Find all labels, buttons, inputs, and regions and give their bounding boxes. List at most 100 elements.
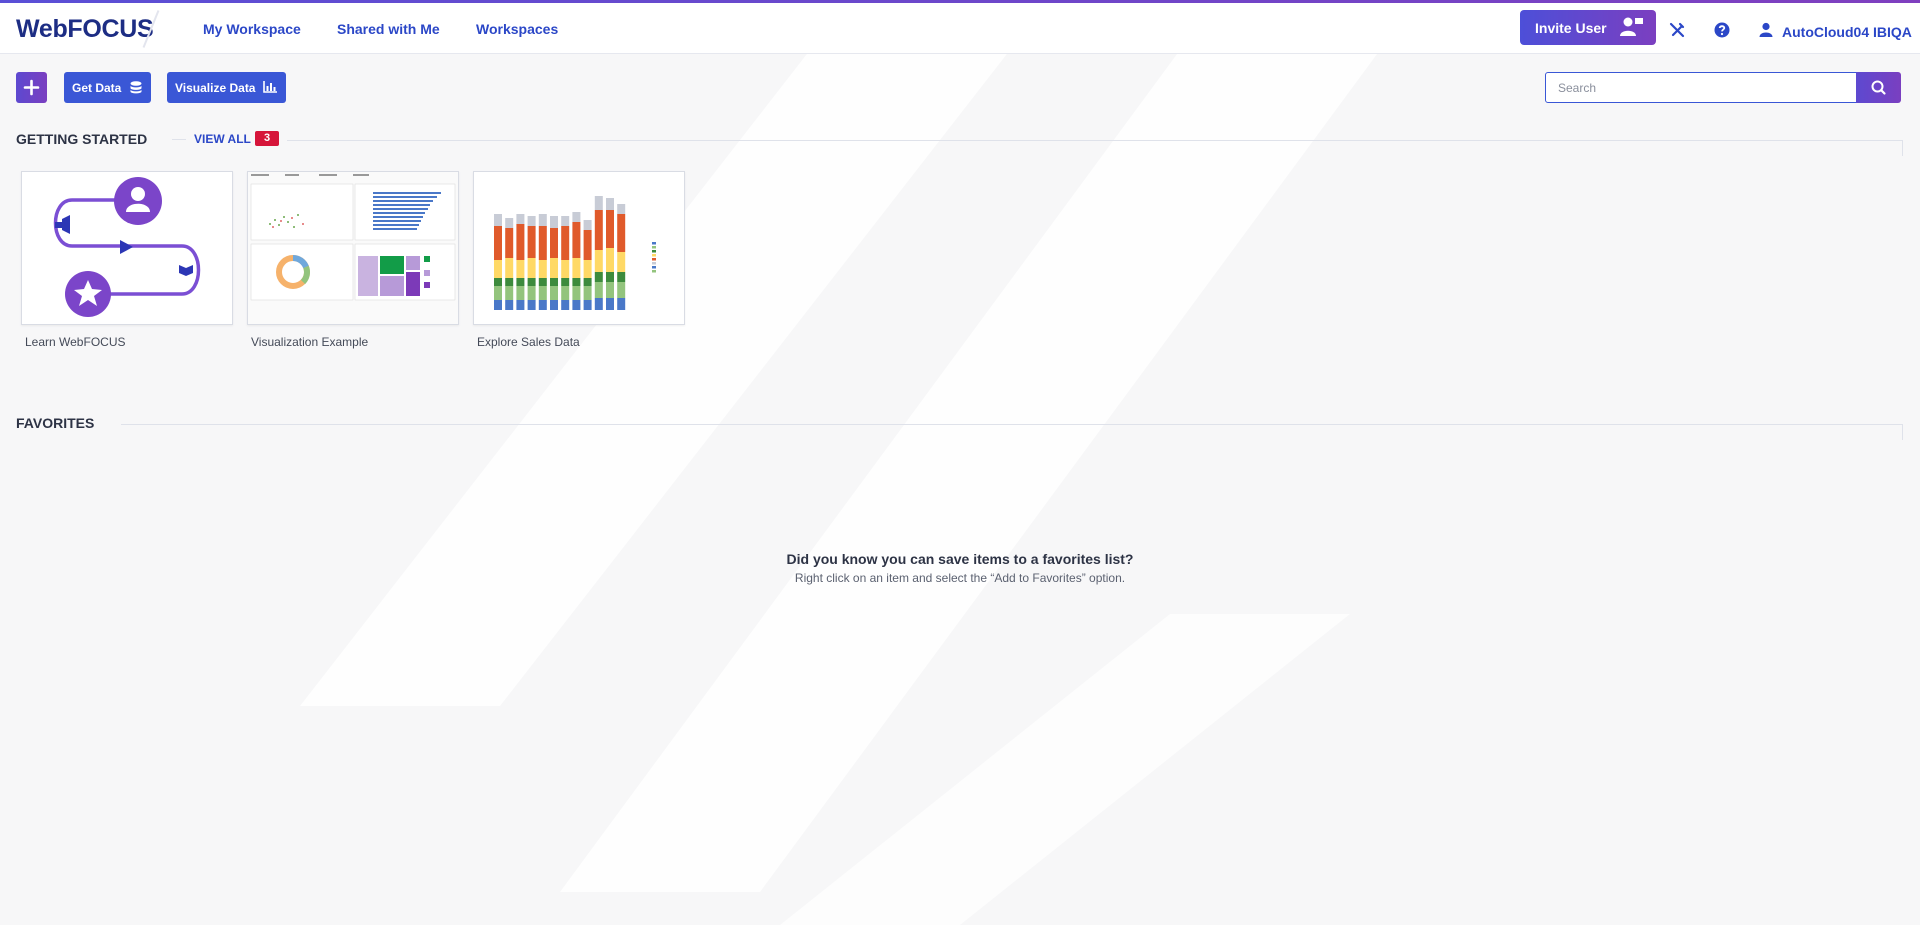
card-learn-webfocus[interactable]: Learn WebFOCUS bbox=[21, 171, 233, 349]
background-decoration bbox=[300, 50, 1380, 925]
card-explore-sales-data[interactable]: Explore Sales Data bbox=[473, 171, 685, 349]
preview-bar-segment bbox=[516, 300, 525, 310]
preview-bar-segment bbox=[561, 286, 570, 300]
favorites-empty-subtitle: Right click on an item and select the “A… bbox=[794, 571, 1126, 585]
preview-bar-segment bbox=[583, 278, 592, 286]
preview-bar-segment bbox=[505, 258, 514, 278]
preview-bar-segment bbox=[550, 216, 558, 228]
preview-bar-segment bbox=[550, 286, 558, 300]
card-visualization-example[interactable]: Visualization Example bbox=[247, 171, 459, 349]
preview-bar-segment bbox=[594, 196, 603, 210]
preview-bar-segment bbox=[505, 278, 514, 286]
nav-shared-with-me[interactable]: Shared with Me bbox=[337, 21, 440, 37]
preview-bar-segment bbox=[583, 230, 592, 260]
preview-bar-segment bbox=[617, 214, 626, 252]
user-name-menu[interactable]: AutoCloud04 IBIQA bbox=[1782, 24, 1912, 40]
preview-bar-segment bbox=[538, 300, 547, 310]
card-label: Visualization Example bbox=[251, 335, 369, 349]
preview-bar-segment bbox=[538, 286, 547, 300]
preview-bar-segment bbox=[572, 212, 581, 222]
favorites-empty-title: Did you know you can save items to a fav… bbox=[786, 551, 1134, 567]
help-icon[interactable] bbox=[1713, 21, 1731, 39]
preview-bar-segment bbox=[550, 258, 558, 278]
preview-bar-segment bbox=[527, 278, 536, 286]
new-item-button[interactable] bbox=[16, 72, 47, 103]
user-icon[interactable] bbox=[1757, 21, 1775, 39]
preview-bar-segment bbox=[606, 210, 614, 248]
preview-bar-segment bbox=[505, 300, 514, 310]
preview-bar-segment bbox=[606, 198, 614, 210]
preview-legend-swatch bbox=[652, 258, 656, 261]
preview-bar-segment bbox=[505, 218, 514, 228]
preview-bar-segment bbox=[617, 298, 626, 310]
visualize-data-button[interactable]: Visualize Data bbox=[167, 72, 286, 103]
section-divider bbox=[121, 424, 1902, 425]
preview-bar-segment bbox=[538, 278, 547, 286]
preview-bar-segment bbox=[617, 204, 626, 214]
preview-bar-segment bbox=[538, 260, 547, 278]
preview-bar-segment bbox=[606, 282, 614, 298]
preview-bar-segment bbox=[527, 258, 536, 278]
preview-bar-segment bbox=[516, 278, 525, 286]
add-user-icon bbox=[1620, 17, 1643, 36]
preview-bar-segment bbox=[505, 228, 514, 258]
plus-icon bbox=[23, 79, 40, 96]
preview-bar-segment bbox=[606, 248, 614, 272]
get-data-label: Get Data bbox=[72, 80, 122, 95]
card-label: Learn WebFOCUS bbox=[25, 335, 126, 349]
preview-bar-segment bbox=[561, 226, 570, 260]
bar-chart-icon bbox=[263, 81, 277, 93]
preview-bar-segment bbox=[494, 226, 502, 260]
preview-legend-swatch bbox=[652, 262, 656, 265]
nav-workspaces[interactable]: Workspaces bbox=[476, 21, 558, 37]
visualize-data-label: Visualize Data bbox=[175, 80, 256, 95]
preview-legend-swatch bbox=[652, 254, 656, 257]
preview-legend-swatch bbox=[652, 266, 656, 269]
invite-user-button[interactable]: Invite User bbox=[1520, 10, 1656, 45]
search-icon bbox=[1871, 80, 1886, 95]
section-divider bbox=[172, 139, 186, 140]
preview-bar-segment bbox=[572, 300, 581, 310]
preview-bar-segment bbox=[516, 260, 525, 278]
tools-icon[interactable] bbox=[1668, 21, 1686, 39]
preview-bar-segment bbox=[583, 220, 592, 230]
preview-legend-swatch bbox=[652, 270, 656, 273]
preview-bar-segment bbox=[516, 224, 525, 260]
get-data-button[interactable]: Get Data bbox=[64, 72, 151, 103]
card-thumbnail bbox=[473, 171, 685, 325]
invite-user-label: Invite User bbox=[1535, 19, 1607, 36]
section-divider-cap bbox=[1902, 424, 1903, 440]
dashboard-preview-illustration bbox=[248, 172, 458, 324]
preview-bar-segment bbox=[617, 252, 626, 272]
preview-bar-segment bbox=[550, 278, 558, 286]
preview-bar-segment bbox=[594, 210, 603, 250]
preview-bar-segment bbox=[617, 272, 626, 282]
preview-bar-segment bbox=[617, 282, 626, 298]
nav-my-workspace[interactable]: My Workspace bbox=[203, 21, 301, 37]
getting-started-title: GETTING STARTED bbox=[16, 131, 148, 147]
favorites-title: FAVORITES bbox=[16, 415, 95, 431]
preview-bar-segment bbox=[583, 286, 592, 300]
preview-bar-segment bbox=[594, 250, 603, 272]
card-label: Explore Sales Data bbox=[477, 335, 580, 349]
preview-bar-segment bbox=[538, 226, 547, 260]
preview-bar-segment bbox=[494, 286, 502, 300]
preview-bar-segment bbox=[606, 272, 614, 282]
search-button[interactable] bbox=[1856, 72, 1901, 103]
top-header: WebFOCUS My Workspace Shared with Me Wor… bbox=[0, 3, 1920, 54]
card-thumbnail bbox=[247, 171, 459, 325]
preview-bar-segment bbox=[561, 216, 570, 226]
preview-bar-segment bbox=[572, 222, 581, 258]
preview-bar-segment bbox=[505, 286, 514, 300]
search-input[interactable] bbox=[1545, 72, 1857, 103]
view-all-link[interactable]: VIEW ALL bbox=[194, 132, 251, 146]
webfocus-logo[interactable]: WebFOCUS bbox=[16, 15, 154, 44]
preview-bar-segment bbox=[583, 260, 592, 278]
preview-bar-segment bbox=[550, 228, 558, 258]
preview-bar-segment bbox=[594, 272, 603, 282]
preview-bar-segment bbox=[572, 286, 581, 300]
preview-legend-swatch bbox=[652, 246, 656, 249]
preview-bar-segment bbox=[561, 260, 570, 278]
preview-bar-segment bbox=[594, 282, 603, 298]
preview-bar-segment bbox=[516, 286, 525, 300]
